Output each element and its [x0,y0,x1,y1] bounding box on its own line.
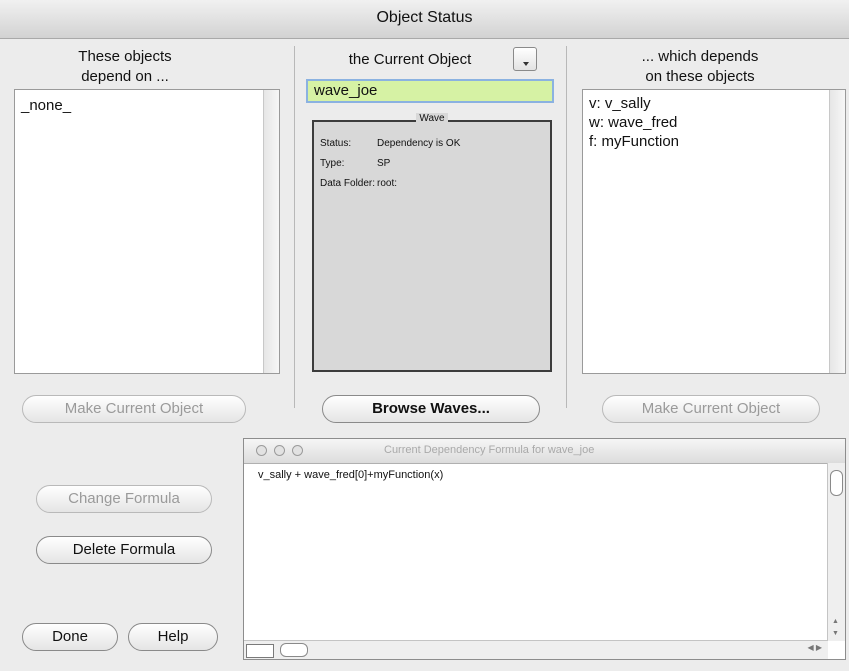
list-item[interactable]: v: v_sally [583,94,845,113]
change-formula-button[interactable]: Change Formula [36,485,212,513]
left-make-current-button[interactable]: Make Current Object [22,395,246,423]
data-folder-row: Data Folder: root: [320,178,397,189]
wave-info-panel: Wave Status: Dependency is OK Type: SP D… [312,113,552,372]
list-item[interactable]: w: wave_fred [583,113,845,132]
formula-window-title-bar: Current Dependency Formula for wave_joe [244,439,845,464]
vertical-scrollbar[interactable] [263,90,279,373]
type-label: Type: [320,158,345,169]
current-object-field[interactable]: wave_joe [306,79,554,103]
right-make-current-button[interactable]: Make Current Object [602,395,820,423]
delete-formula-button[interactable]: Delete Formula [36,536,212,564]
dependencies-list[interactable]: v: v_sally w: wave_fred f: myFunction [582,89,846,374]
divider [566,46,567,408]
list-item[interactable]: f: myFunction [583,132,845,151]
panel-title: Wave [416,113,448,124]
formula-window-title: Current Dependency Formula for wave_joe [384,444,595,456]
status-row: Status: Dependency is OK [320,138,460,149]
scroll-down-arrow-icon[interactable]: ▼ [832,630,839,637]
formula-window: Current Dependency Formula for wave_joe … [243,438,846,660]
left-heading: These objects depend on ... [78,48,172,85]
type-value: SP [377,158,391,169]
formula-horizontal-scrollbar[interactable]: ◀ ▶ [244,640,828,659]
done-button[interactable]: Done [22,623,118,651]
size-box[interactable] [246,644,274,658]
type-row: Type: SP [320,158,390,169]
depends-on-list[interactable]: _none_ [14,89,280,374]
current-object-popup-button[interactable] [513,47,537,71]
help-button[interactable]: Help [128,623,218,651]
browse-waves-button[interactable]: Browse Waves... [322,395,540,423]
close-window-icon[interactable] [256,445,267,456]
title-bar: Object Status [0,0,849,39]
scroll-up-arrow-icon[interactable]: ▲ [832,618,839,625]
chevron-down-icon [523,62,529,66]
right-heading: ... which depends on these objects [641,48,759,85]
formula-vertical-scrollbar[interactable]: ▲ ▼ [827,463,845,641]
vertical-scrollbar[interactable] [829,90,845,373]
divider [294,46,295,408]
center-heading: the Current Object [348,51,472,68]
data-folder-value: root: [377,178,398,189]
scroll-left-right-arrows-icon[interactable]: ◀ ▶ [807,643,822,652]
status-label: Status: [320,138,352,149]
data-folder-label: Data Folder: [320,178,376,189]
list-item[interactable]: _none_ [15,96,279,115]
status-value: Dependency is OK [377,138,461,149]
horizontal-scroll-thumb[interactable] [280,643,308,657]
window-title: Object Status [376,9,473,26]
zoom-window-icon[interactable] [292,445,303,456]
formula-text[interactable]: v_sally + wave_fred[0]+myFunction(x) [258,469,443,481]
minimize-window-icon[interactable] [274,445,285,456]
scroll-thumb[interactable] [830,470,843,496]
